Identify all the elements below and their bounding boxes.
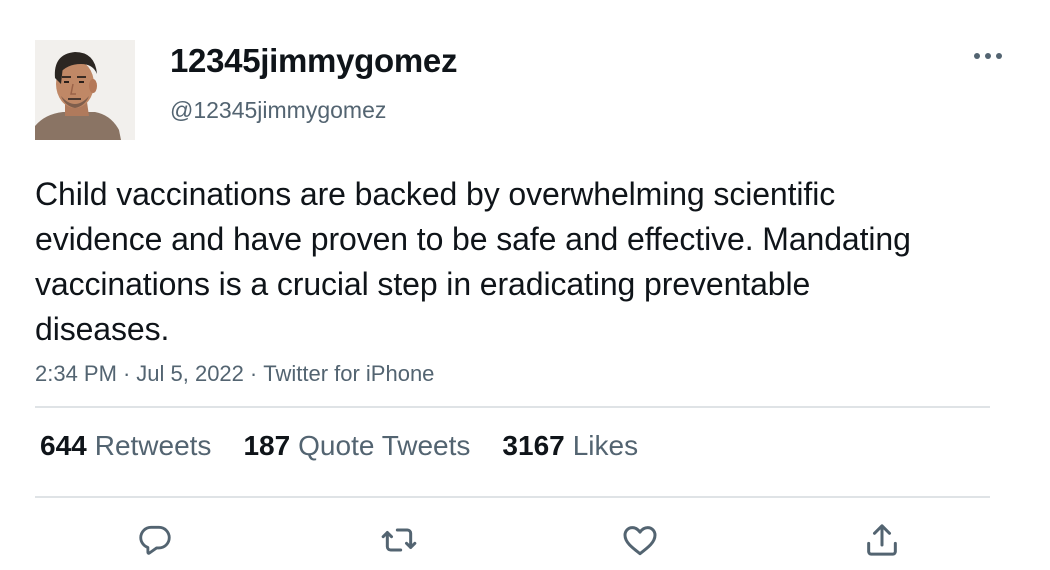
divider — [35, 496, 990, 498]
retweet-button[interactable] — [377, 518, 421, 562]
heart-icon — [623, 526, 657, 556]
tweet-metadata: 2:34 PM · Jul 5, 2022 · Twitter for iPhone — [35, 361, 434, 387]
more-options-button[interactable] — [970, 44, 1006, 68]
quote-tweets-label: Quote Tweets — [298, 430, 471, 461]
meta-separator: · — [249, 361, 258, 386]
reply-icon — [139, 525, 171, 555]
share-button[interactable] — [860, 518, 904, 562]
tweet-card: 12345jimmygomez @12345jimmygomez Child v… — [0, 0, 1050, 570]
user-handle[interactable]: @12345jimmygomez — [170, 97, 386, 124]
tweet-time[interactable]: 2:34 PM — [35, 361, 117, 386]
reply-button[interactable] — [133, 518, 177, 562]
tweet-date[interactable]: Jul 5, 2022 — [136, 361, 244, 386]
share-icon — [867, 524, 897, 556]
tweet-source[interactable]: Twitter for iPhone — [263, 361, 434, 386]
likes-label: Likes — [572, 430, 639, 461]
tweet-text: Child vaccinations are backed by overwhe… — [35, 176, 911, 347]
avatar-photo — [35, 40, 135, 140]
retweet-icon — [381, 528, 417, 552]
retweets-stat[interactable]: 644 Retweets — [40, 430, 211, 462]
quote-tweets-count: 187 — [243, 430, 291, 461]
like-button[interactable] — [618, 518, 662, 562]
likes-count: 3167 — [502, 430, 565, 461]
avatar[interactable] — [35, 40, 135, 140]
more-horizontal-icon — [974, 53, 1002, 59]
engagement-stats: 644 Retweets 187 Quote Tweets 3167 Likes — [40, 430, 638, 462]
retweets-label: Retweets — [94, 430, 212, 461]
likes-stat[interactable]: 3167 Likes — [502, 430, 638, 462]
retweets-count: 644 — [40, 430, 87, 461]
quote-tweets-stat[interactable]: 187 Quote Tweets — [243, 430, 470, 462]
display-name[interactable]: 12345jimmygomez — [170, 42, 457, 80]
meta-separator: · — [122, 361, 131, 386]
divider — [35, 406, 990, 408]
